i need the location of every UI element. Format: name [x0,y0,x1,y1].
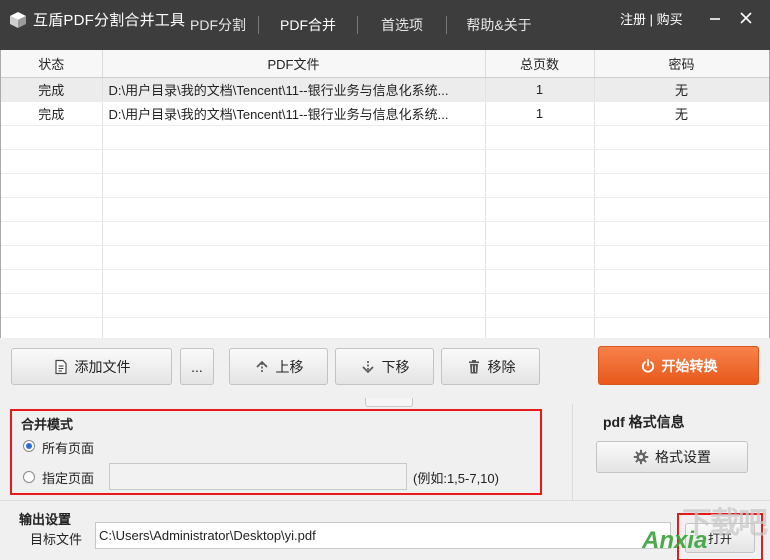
cell-file: D:\用户目录\我的文档\Tencent\11--银行业务与信息化系统... [102,101,486,126]
arrow-down-icon [361,360,374,373]
tab-pdf-split[interactable]: PDF分割 [178,0,258,50]
gear-icon [633,449,649,465]
move-down-label: 下移 [381,358,410,375]
empty-row [1,221,769,246]
power-icon [641,358,654,373]
format-settings-label: 格式设置 [655,449,711,465]
minimize-icon[interactable] [707,10,723,26]
table-row[interactable]: 完成 D:\用户目录\我的文档\Tencent\11--银行业务与信息化系统..… [1,77,769,102]
remove-label: 移除 [487,358,516,375]
action-toolbar: 添加文件 ... 上移 下移 移除 开始转换 [0,338,770,407]
add-file-label: 添加文件 [74,358,131,375]
cell-status: 完成 [1,101,103,126]
radio-all-pages[interactable] [23,440,35,452]
cell-pages: 1 [485,101,595,126]
page-range-input[interactable] [109,463,407,490]
register-link[interactable]: 注册 [620,12,646,27]
empty-row [1,317,769,338]
cell-status: 完成 [1,77,103,102]
cell-password: 无 [594,77,769,102]
tab-help-about[interactable]: 帮助&关于 [447,0,551,50]
radio-specific-pages-label[interactable]: 指定页面 [42,468,94,487]
open-button-label: 打开 [707,531,732,546]
cell-file: D:\用户目录\我的文档\Tencent\11--银行业务与信息化系统... [102,77,486,102]
tab-pdf-merge[interactable]: PDF合并 [259,0,357,50]
cell-pages: 1 [485,77,595,102]
more-options-label: ... [191,358,203,375]
panel-resize-handle[interactable] [365,398,413,407]
more-options-button[interactable]: ... [180,348,214,385]
open-button-highlight: 打开 [677,513,763,560]
cell-password: 无 [594,101,769,126]
start-convert-label: 开始转换 [661,357,718,374]
radio-specific-pages[interactable] [23,471,35,483]
trash-icon [468,359,479,373]
start-convert-button[interactable]: 开始转换 [598,346,759,385]
arrow-up-icon [255,360,268,373]
empty-row [1,173,769,198]
radio-all-pages-label[interactable]: 所有页面 [42,438,94,457]
tab-bar: PDF分割 PDF合并 首选项 帮助&关于 [178,0,551,50]
add-file-button[interactable]: 添加文件 [11,348,172,385]
column-header-status[interactable]: 状态 [1,50,103,78]
format-settings-button[interactable]: 格式设置 [596,441,748,473]
move-up-button[interactable]: 上移 [229,348,328,385]
cube-logo-icon [10,12,26,28]
close-icon[interactable] [738,10,754,26]
document-icon [54,359,67,374]
merge-mode-panel: 合并模式 所有页面 指定页面 (例如:1,5-7,10) [10,409,542,495]
empty-row [1,245,769,270]
target-file-input[interactable]: C:\Users\Administrator\Desktop\yi.pdf [95,522,671,549]
app-title: 互盾PDF分割合并工具 [33,12,186,29]
output-settings-title: 输出设置 [19,512,72,527]
output-settings: 输出设置 目标文件 C:\Users\Administrator\Desktop… [0,500,770,560]
remove-button[interactable]: 移除 [441,348,540,385]
buy-link[interactable]: 购买 [657,12,683,27]
title-bar: 互盾PDF分割合并工具 PDF分割 PDF合并 首选项 帮助&关于 注册 | 购… [0,0,770,50]
empty-row [1,125,769,150]
empty-row [1,293,769,318]
column-header-pdf-file[interactable]: PDF文件 [102,50,486,78]
column-header-total-pages[interactable]: 总页数 [485,50,595,78]
column-header-password[interactable]: 密码 [594,50,769,78]
table-row[interactable]: 完成 D:\用户目录\我的文档\Tencent\11--银行业务与信息化系统..… [1,101,769,126]
empty-row [1,197,769,222]
page-range-hint: (例如:1,5-7,10) [413,471,499,486]
move-up-label: 上移 [275,358,304,375]
open-button[interactable]: 打开 [685,523,755,553]
account-links: 注册 | 购买 [620,9,683,28]
tab-preferences[interactable]: 首选项 [358,0,446,50]
file-table: 状态 PDF文件 总页数 密码 完成 D:\用户目录\我的文档\Tencent\… [0,50,770,338]
pdf-format-panel: pdf 格式信息 格式设置 [572,404,770,500]
move-down-button[interactable]: 下移 [335,348,434,385]
pdf-format-title: pdf 格式信息 [603,414,685,430]
link-separator: | [646,12,657,27]
empty-row [1,149,769,174]
merge-mode-title: 合并模式 [21,417,74,432]
target-file-label: 目标文件 [30,532,83,547]
empty-row [1,269,769,294]
